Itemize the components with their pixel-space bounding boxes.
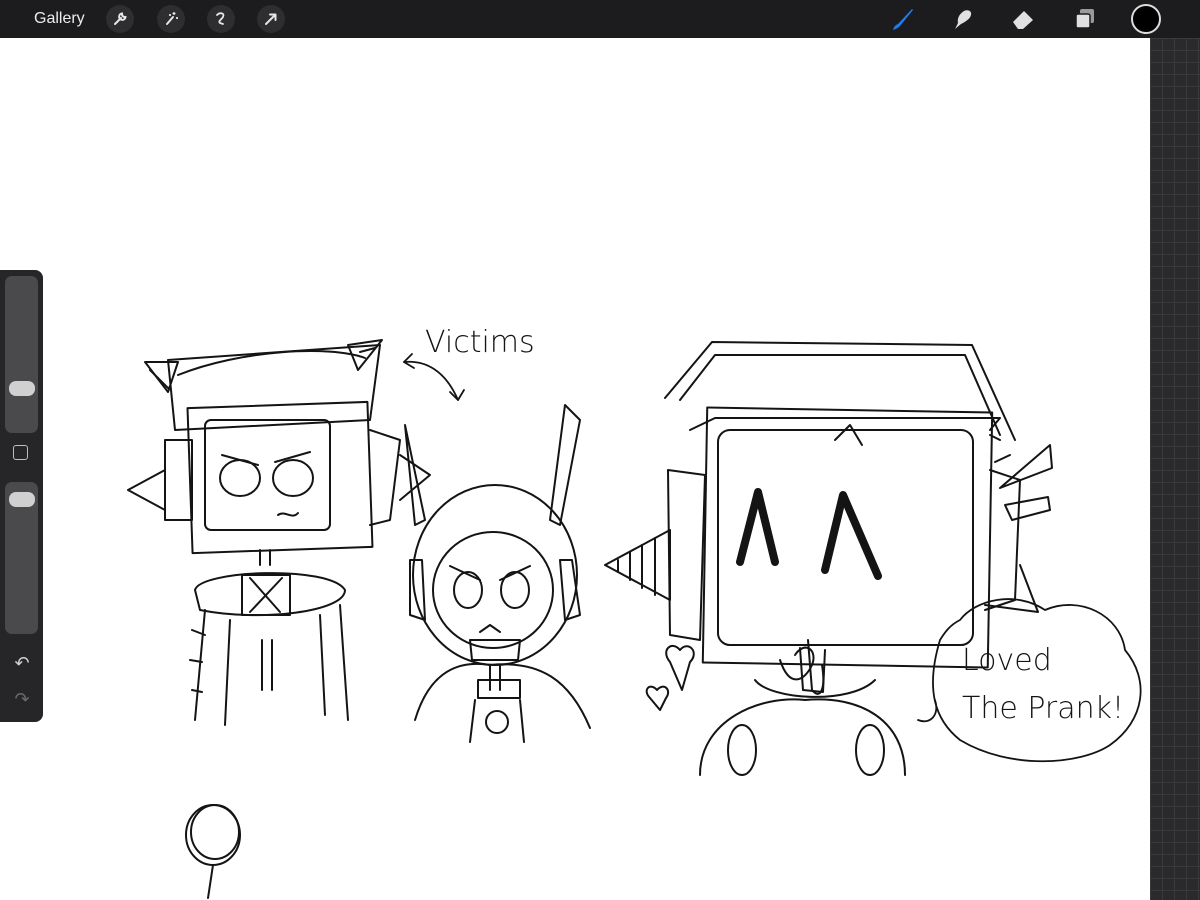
selection-icon[interactable]	[207, 5, 235, 33]
right-robot-eyes	[736, 488, 882, 580]
color-swatch[interactable]	[1131, 4, 1161, 34]
brush-size-thumb[interactable]	[9, 380, 35, 396]
smudge-icon[interactable]	[948, 5, 978, 33]
gallery-button[interactable]: Gallery	[34, 9, 85, 29]
sketch-artwork: Victims Loved The Prank!	[127, 325, 1142, 899]
wrench-icon[interactable]	[106, 5, 134, 33]
brush-icon[interactable]	[887, 5, 917, 33]
eraser-icon[interactable]	[1008, 5, 1038, 33]
left-robot-sketch	[127, 339, 431, 726]
brush-size-slider[interactable]	[5, 276, 38, 433]
drawing-canvas[interactable]: Victims Loved The Prank!	[0, 38, 1150, 900]
middle-robot-sketch	[404, 404, 591, 743]
speech-bubble	[917, 598, 1142, 763]
victims-label: Victims	[425, 325, 535, 360]
modify-square-icon[interactable]	[13, 445, 28, 460]
layers-icon[interactable]	[1069, 5, 1099, 33]
undo-icon[interactable]: ↶	[11, 654, 33, 672]
victims-arrow	[403, 353, 465, 401]
speech-line-1: Loved	[962, 643, 1052, 678]
top-toolbar: Gallery	[0, 0, 1200, 38]
magic-wand-icon[interactable]	[157, 5, 185, 33]
redo-icon[interactable]: ↷	[11, 690, 33, 708]
background-grid	[1150, 38, 1200, 900]
opacity-thumb[interactable]	[9, 492, 35, 508]
speech-line-2: The Prank!	[962, 691, 1124, 726]
transform-arrow-icon[interactable]	[257, 5, 285, 33]
left-sidebar: ↶ ↷	[0, 270, 43, 722]
stick-figure-sketch	[185, 804, 241, 899]
